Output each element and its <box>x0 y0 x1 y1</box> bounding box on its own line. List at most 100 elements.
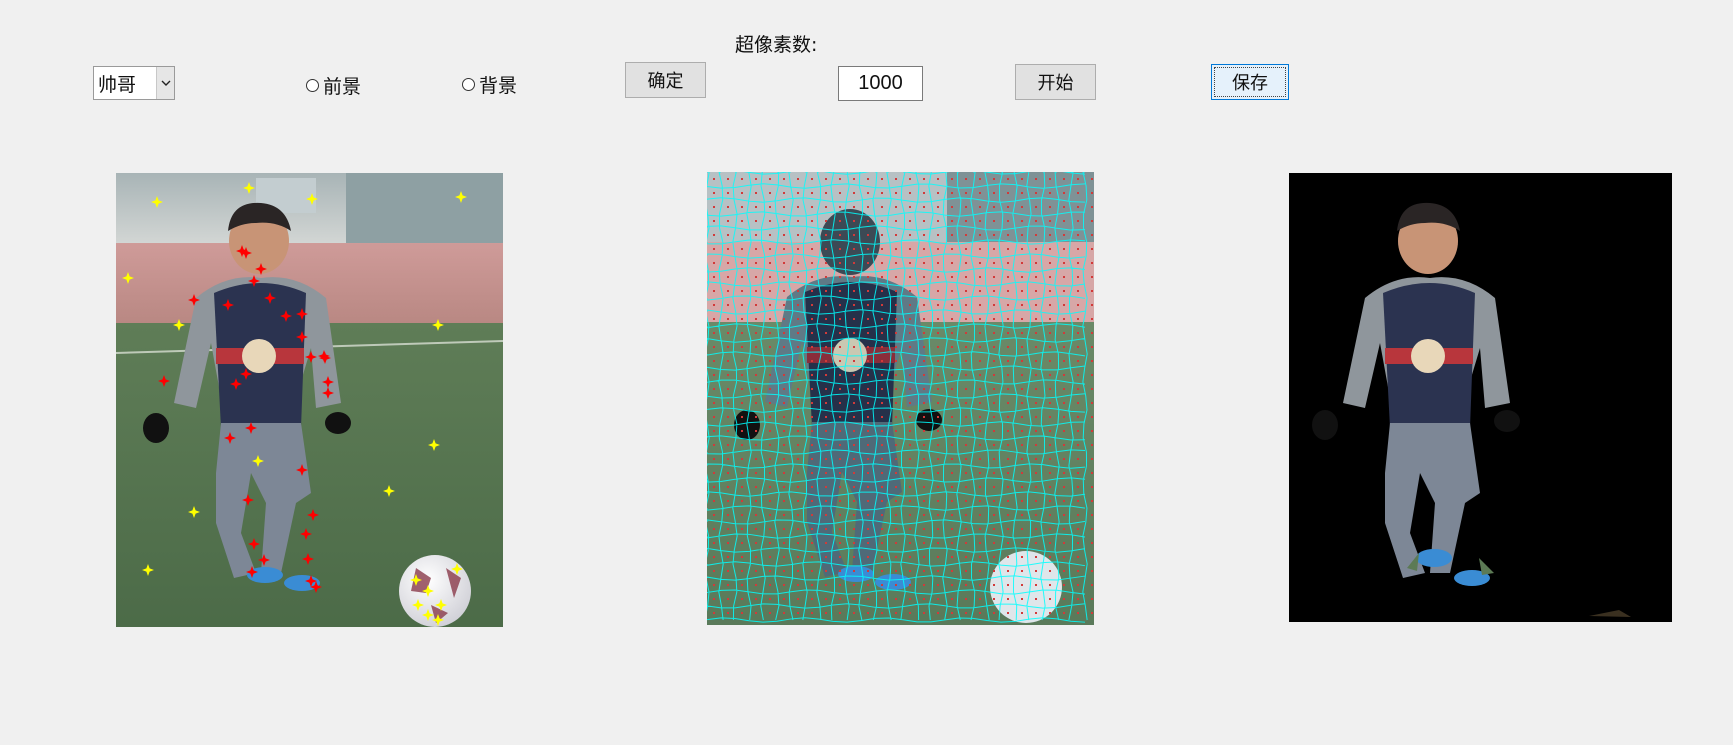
superpixel-center <box>1091 178 1093 180</box>
superpixel-center <box>811 416 813 418</box>
start-button[interactable]: 开始 <box>1015 64 1096 100</box>
superpixel-center <box>1021 234 1023 236</box>
superpixel-center <box>965 430 967 432</box>
radio-circle[interactable] <box>306 79 319 92</box>
superpixel-center <box>923 332 925 334</box>
superpixel-center <box>755 444 757 446</box>
superpixel-center <box>853 346 855 348</box>
superpixel-center <box>937 584 939 586</box>
superpixel-center <box>1007 514 1009 516</box>
superpixel-center <box>1035 248 1037 250</box>
superpixel-center <box>965 304 967 306</box>
superpixel-center <box>923 416 925 418</box>
superpixel-center <box>755 584 757 586</box>
radio-background[interactable]: 背景 <box>462 71 517 98</box>
superpixel-center <box>993 248 995 250</box>
superpixel-center <box>895 472 897 474</box>
superpixel-center <box>769 528 771 530</box>
save-button[interactable]: 保存 <box>1211 64 1289 100</box>
superpixel-center <box>951 402 953 404</box>
superpixel-center <box>1035 318 1037 320</box>
superpixel-center <box>937 556 939 558</box>
superpixel-center <box>951 500 953 502</box>
superpixel-center <box>769 612 771 614</box>
superpixel-center <box>1021 304 1023 306</box>
superpixel-center <box>867 500 869 502</box>
superpixel-center <box>727 402 729 404</box>
superpixel-center <box>951 318 953 320</box>
superpixel-center <box>797 402 799 404</box>
superpixel-center <box>825 416 827 418</box>
radio-circle[interactable] <box>462 78 475 91</box>
superpixel-center <box>741 598 743 600</box>
superpixel-center <box>1091 528 1093 530</box>
superpixel-center <box>923 262 925 264</box>
superpixel-center <box>937 514 939 516</box>
superpixel-center <box>923 346 925 348</box>
radio-foreground[interactable]: 前景 <box>306 72 361 99</box>
superpixel-center <box>923 206 925 208</box>
superpixel-center <box>951 262 953 264</box>
superpixel-center <box>839 304 841 306</box>
superpixel-center <box>783 430 785 432</box>
superpixel-center <box>1091 444 1093 446</box>
superpixel-center <box>1021 500 1023 502</box>
superpixel-center <box>1063 570 1065 572</box>
superpixel-center <box>909 388 911 390</box>
superpixel-center <box>1077 374 1079 376</box>
superpixel-center <box>713 290 715 292</box>
superpixel-center <box>811 304 813 306</box>
superpixel-center <box>1091 360 1093 362</box>
superpixel-center <box>1091 346 1093 348</box>
chevron-down-icon[interactable] <box>156 67 174 99</box>
superpixel-center <box>853 178 855 180</box>
superpixel-center <box>1035 416 1037 418</box>
superpixel-center <box>1035 220 1037 222</box>
superpixel-center <box>1049 360 1051 362</box>
superpixel-center <box>1049 458 1051 460</box>
superpixel-center <box>769 444 771 446</box>
superpixel-center <box>1091 192 1093 194</box>
input-image-panel[interactable] <box>116 173 503 627</box>
superpixel-center <box>937 444 939 446</box>
superpixel-center <box>951 472 953 474</box>
superpixel-center <box>881 556 883 558</box>
superpixel-center <box>1021 528 1023 530</box>
superpixel-center <box>853 542 855 544</box>
superpixel-center <box>1063 374 1065 376</box>
superpixel-center <box>839 542 841 544</box>
confirm-button[interactable]: 确定 <box>625 62 706 98</box>
superpixel-center <box>1007 290 1009 292</box>
superpixel-center <box>811 542 813 544</box>
superpixel-center <box>783 500 785 502</box>
superpixel-center <box>867 542 869 544</box>
superpixel-center <box>867 360 869 362</box>
superpixel-center <box>811 598 813 600</box>
superpixel-center <box>783 262 785 264</box>
superpixel-center <box>783 304 785 306</box>
superpixel-center <box>881 472 883 474</box>
superpixel-center <box>937 374 939 376</box>
superpixel-center <box>965 500 967 502</box>
superpixel-center <box>937 234 939 236</box>
superpixel-center <box>839 388 841 390</box>
superpixel-center <box>867 514 869 516</box>
superpixel-center <box>965 360 967 362</box>
superpixel-center <box>825 304 827 306</box>
superpixel-count-input[interactable]: 1000 <box>838 66 923 101</box>
superpixel-center <box>965 598 967 600</box>
superpixel-center <box>755 556 757 558</box>
name-select[interactable]: 帅哥 <box>93 66 175 100</box>
superpixel-center <box>797 444 799 446</box>
superpixel-center <box>1063 542 1065 544</box>
superpixel-center <box>965 248 967 250</box>
superpixel-center <box>909 458 911 460</box>
superpixel-center <box>1021 332 1023 334</box>
superpixel-center <box>867 486 869 488</box>
superpixel-center <box>923 458 925 460</box>
superpixel-center <box>825 598 827 600</box>
superpixel-center <box>881 458 883 460</box>
superpixel-center <box>839 416 841 418</box>
superpixel-center <box>727 276 729 278</box>
superpixel-center <box>965 388 967 390</box>
